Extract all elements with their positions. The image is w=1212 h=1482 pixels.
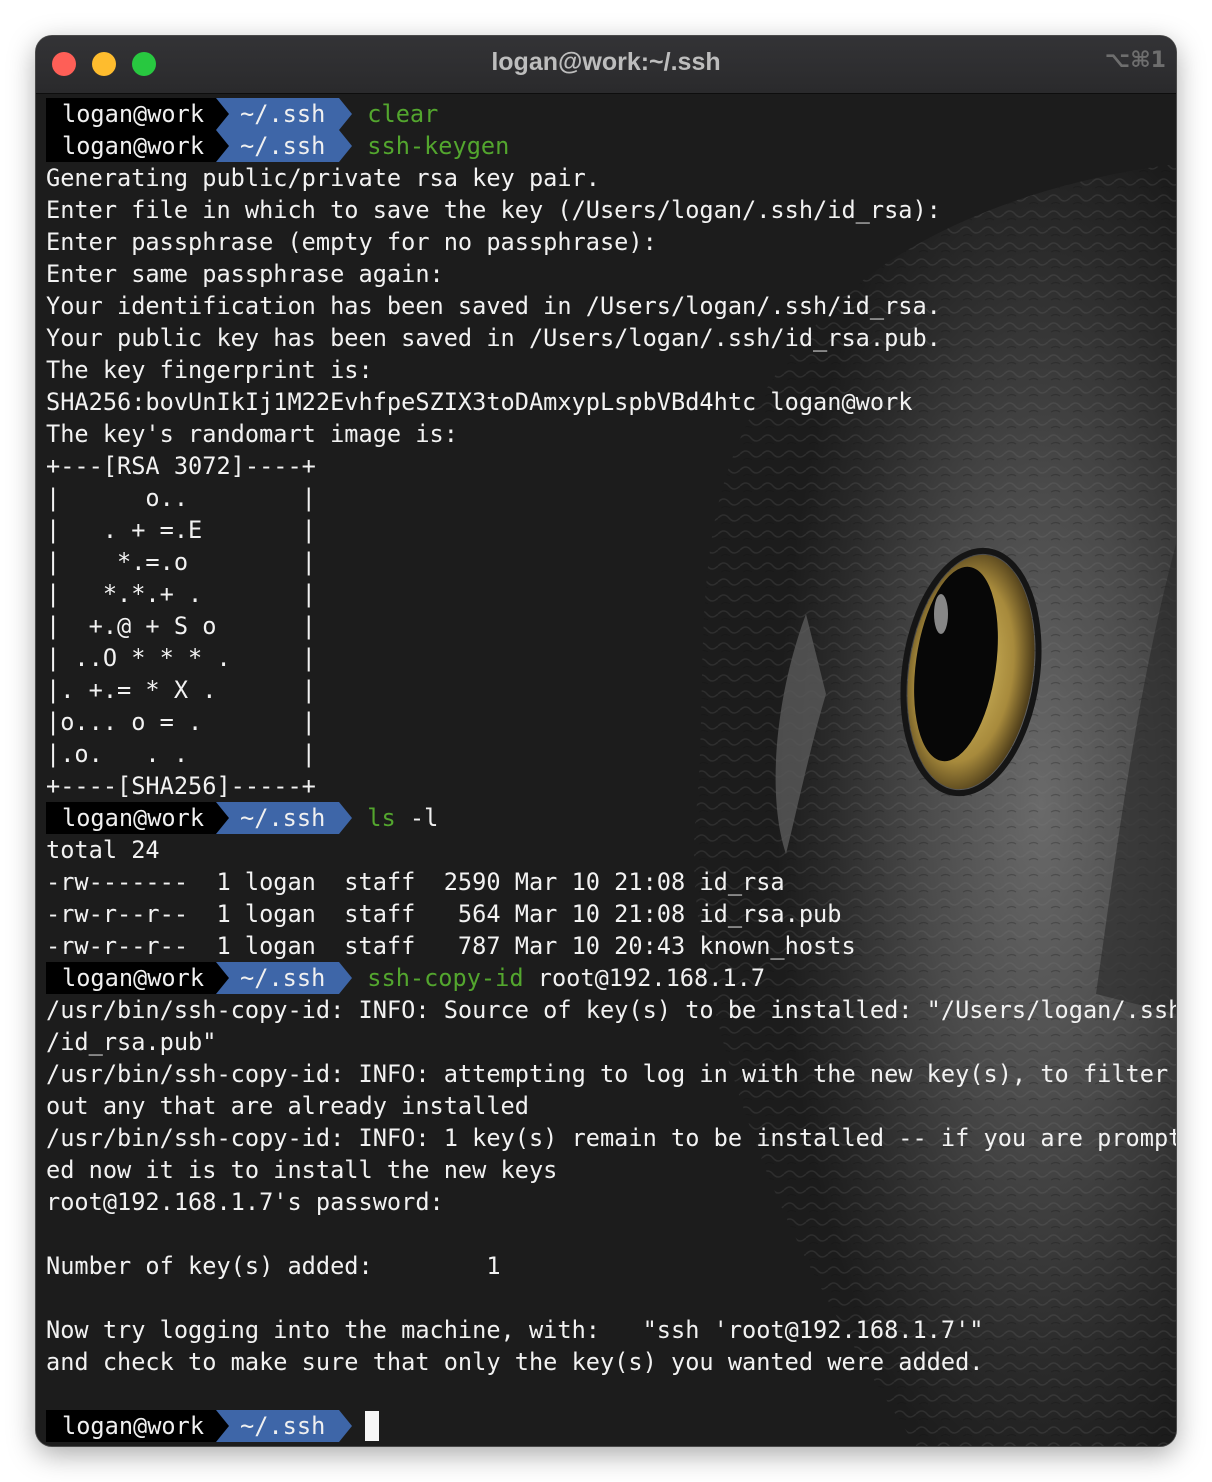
prompt-line: logan@work ~/.ssh (46, 1410, 1176, 1442)
output-line: |o... o = . | (46, 708, 316, 736)
text-cursor[interactable] (365, 1411, 380, 1441)
output-line: Enter file in which to save the key (/Us… (46, 196, 941, 224)
output-line: /id_rsa.pub" (46, 1028, 217, 1056)
command-name: ssh-keygen (367, 132, 510, 160)
output-line: Enter same passphrase again: (46, 260, 444, 288)
output-line: /usr/bin/ssh-copy-id: INFO: attempting t… (46, 1060, 1169, 1088)
prompt-line: logan@work ~/.ssh clear (46, 98, 1176, 130)
output-line: +---[RSA 3072]----+ (46, 452, 316, 480)
command-name: ls (367, 804, 396, 832)
output-line: | ..O * * * . | (46, 644, 316, 672)
command-name: clear (367, 100, 439, 128)
output-line: SHA256:bovUnIkIj1M22EvhfpeSZIX3toDAmxypL… (46, 388, 913, 416)
output-line: total 24 (46, 836, 160, 864)
output-line: /usr/bin/ssh-copy-id: INFO: 1 key(s) rem… (46, 1124, 1176, 1152)
prompt-user-segment: logan@work (46, 802, 217, 834)
output-line: Now try logging into the machine, with: … (46, 1316, 984, 1344)
output-line: Your public key has been saved in /Users… (46, 324, 941, 352)
prompt-directory-segment: ~/.ssh (216, 962, 353, 994)
output-line: ed now it is to install the new keys (46, 1156, 558, 1184)
output-line: Your identification has been saved in /U… (46, 292, 941, 320)
prompt-user-segment: logan@work (46, 962, 217, 994)
terminal-content[interactable]: logan@work ~/.ssh clear logan@work ~/.ssh ssh… (36, 94, 1176, 1446)
output-line: root@192.168.1.7's password: (46, 1188, 444, 1216)
output-line: -rw------- 1 logan staff 2590 Mar 10 21:… (46, 868, 785, 896)
output-line: The key fingerprint is: (46, 356, 373, 384)
output-line: |.o. . . | (46, 740, 316, 768)
output-line: out any that are already installed (46, 1092, 529, 1120)
output-line: | +.@ + S o | (46, 612, 316, 640)
prompt-user-segment: logan@work (46, 98, 217, 130)
output-line: -rw-r--r-- 1 logan staff 787 Mar 10 20:4… (46, 932, 856, 960)
prompt-directory-segment: ~/.ssh (216, 98, 353, 130)
command-name: ssh-copy-id (367, 964, 524, 992)
output-line: Generating public/private rsa key pair. (46, 164, 600, 192)
output-line: | *.*.+ . | (46, 580, 316, 608)
output-line: Enter passphrase (empty for no passphras… (46, 228, 657, 256)
prompt-line: logan@work ~/.ssh ssh-copy-id root@192.168… (46, 962, 1176, 994)
prompt-user-segment: logan@work (46, 1410, 217, 1442)
prompt-line: logan@work ~/.ssh ssh-keygen (46, 130, 1176, 162)
output-line: | . + =.E | (46, 516, 316, 544)
terminal-window: logan@work:~/.ssh ⌥⌘1 logan@work ~/.ssh … (36, 36, 1176, 1446)
output-line: Number of key(s) added: 1 (46, 1252, 501, 1280)
output-line: | *.=.o | (46, 548, 316, 576)
window-title: logan@work:~/.ssh (491, 48, 721, 76)
prompt-directory-segment: ~/.ssh (216, 802, 353, 834)
output-line: |. +.= * X . | (46, 676, 316, 704)
terminal-output: logan@work ~/.ssh clear logan@work ~/.ssh ssh… (46, 98, 1176, 1442)
output-line: +----[SHA256]-----+ (46, 772, 316, 800)
title-bar[interactable]: logan@work:~/.ssh ⌥⌘1 (36, 36, 1176, 94)
prompt-user-segment: logan@work (46, 130, 217, 162)
command-arguments: root@192.168.1.7 (523, 964, 766, 992)
command-arguments: -l (395, 804, 439, 832)
prompt-directory-segment: ~/.ssh (216, 1410, 353, 1442)
output-line: The key's randomart image is: (46, 420, 458, 448)
prompt-line: logan@work ~/.ssh ls -l (46, 802, 1176, 834)
prompt-directory-segment: ~/.ssh (216, 130, 353, 162)
output-line: /usr/bin/ssh-copy-id: INFO: Source of ke… (46, 996, 1176, 1024)
tab-shortcut-label: ⌥⌘1 (1104, 48, 1166, 73)
output-line: | o.. | (46, 484, 316, 512)
output-line: and check to make sure that only the key… (46, 1348, 984, 1376)
output-line: -rw-r--r-- 1 logan staff 564 Mar 10 21:0… (46, 900, 842, 928)
